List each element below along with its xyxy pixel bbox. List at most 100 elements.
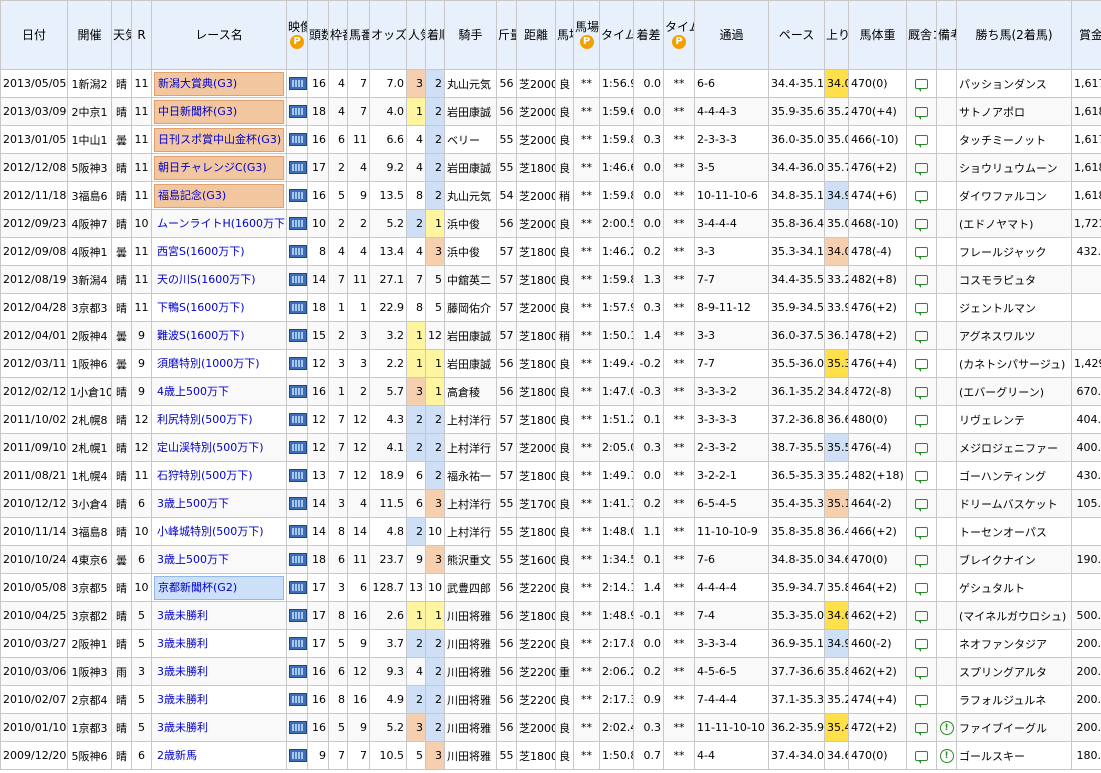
cell-movie[interactable]: [286, 153, 308, 182]
race-name-link[interactable]: 日刊スポ賞中山金杯(G3): [151, 125, 287, 154]
race-name-link[interactable]: 3歳未勝利: [151, 685, 287, 714]
comment-icon[interactable]: [915, 527, 928, 540]
race-name-label[interactable]: 石狩特別(500万下): [154, 465, 284, 487]
header-going-index[interactable]: 馬場指数P: [573, 0, 600, 70]
video-icon[interactable]: [289, 665, 307, 679]
header-date[interactable]: 日付: [0, 0, 68, 70]
video-icon[interactable]: [289, 301, 307, 315]
cell-comment[interactable]: [906, 209, 937, 238]
race-name-link[interactable]: 3歳未勝利: [151, 601, 287, 630]
cell-remarks[interactable]: !: [936, 741, 957, 770]
cell-venue[interactable]: 1新潟2: [67, 69, 112, 98]
cell-comment[interactable]: [906, 125, 937, 154]
cell-movie[interactable]: [286, 489, 308, 518]
jockey-link[interactable]: 川田将雅: [444, 713, 497, 742]
cell-comment[interactable]: [906, 153, 937, 182]
video-icon[interactable]: [289, 413, 307, 427]
comment-icon[interactable]: [915, 471, 928, 484]
jockey-link[interactable]: 武豊四郎: [444, 573, 497, 602]
cell-remarks[interactable]: [936, 97, 957, 126]
cell-comment[interactable]: [906, 741, 937, 770]
cell-movie[interactable]: [286, 657, 308, 686]
cell-movie[interactable]: [286, 69, 308, 98]
video-icon[interactable]: [289, 105, 307, 119]
cell-movie[interactable]: [286, 629, 308, 658]
video-icon[interactable]: [289, 273, 307, 287]
header-winner[interactable]: 勝ち馬(2着馬): [956, 0, 1072, 70]
cell-date[interactable]: 2012/09/08: [0, 237, 68, 266]
race-name-link[interactable]: 3歳上500万下: [151, 545, 287, 574]
winner-link[interactable]: ジェントルマン: [956, 293, 1072, 322]
race-name-label[interactable]: 4歳上500万下: [154, 381, 284, 403]
cell-venue[interactable]: 2京都4: [67, 685, 112, 714]
cell-date[interactable]: 2012/04/28: [0, 293, 68, 322]
winner-link[interactable]: (カネトシパサージュ): [956, 349, 1072, 378]
cell-venue[interactable]: 3京都2: [67, 601, 112, 630]
race-name-label[interactable]: 天の川S(1600万下): [154, 269, 284, 291]
jockey-link[interactable]: 岩田康誠: [444, 321, 497, 350]
header-race-name[interactable]: レース名: [151, 0, 287, 70]
winner-link[interactable]: ゴールスキー: [956, 741, 1072, 770]
header-going[interactable]: 馬場: [555, 0, 574, 70]
race-name-label[interactable]: 下鴨S(1600万下): [154, 297, 284, 319]
winner-link[interactable]: ファイブイーグル: [956, 713, 1072, 742]
cell-remarks[interactable]: [936, 377, 957, 406]
winner-link[interactable]: ゴーハンティング: [956, 461, 1072, 490]
race-name-label[interactable]: 難波S(1600万下): [154, 325, 284, 347]
header-finish[interactable]: 着順: [425, 0, 445, 70]
comment-icon[interactable]: [915, 163, 928, 176]
winner-link[interactable]: スプリングアルタ: [956, 657, 1072, 686]
cell-movie[interactable]: [286, 293, 308, 322]
comment-icon[interactable]: [915, 611, 928, 624]
cell-date[interactable]: 2010/02/07: [0, 685, 68, 714]
header-frame[interactable]: 枠番: [328, 0, 348, 70]
comment-icon[interactable]: [915, 79, 928, 92]
comment-icon[interactable]: [915, 387, 928, 400]
cell-comment[interactable]: [906, 545, 937, 574]
comment-icon[interactable]: [915, 555, 928, 568]
race-name-label[interactable]: 西宮S(1600万下): [154, 241, 284, 263]
cell-venue[interactable]: 2阪神4: [67, 321, 112, 350]
cell-movie[interactable]: [286, 377, 308, 406]
winner-link[interactable]: アグネスワルツ: [956, 321, 1072, 350]
cell-date[interactable]: 2012/12/08: [0, 153, 68, 182]
race-name-link[interactable]: 定山渓特別(500万下): [151, 433, 287, 462]
video-icon[interactable]: [289, 553, 307, 567]
cell-date[interactable]: 2012/04/01: [0, 321, 68, 350]
race-name-link[interactable]: 下鴨S(1600万下): [151, 293, 287, 322]
cell-movie[interactable]: [286, 405, 308, 434]
header-heads[interactable]: 頭数: [307, 0, 329, 70]
race-name-label[interactable]: 小峰城特別(500万下): [154, 521, 284, 543]
video-icon[interactable]: [289, 721, 307, 735]
comment-icon[interactable]: [915, 751, 928, 764]
video-icon[interactable]: [289, 497, 307, 511]
alert-icon[interactable]: !: [939, 721, 954, 735]
video-icon[interactable]: [289, 525, 307, 539]
cell-venue[interactable]: 1阪神6: [67, 349, 112, 378]
cell-remarks[interactable]: [936, 293, 957, 322]
cell-remarks[interactable]: [936, 209, 957, 238]
race-name-link[interactable]: 新潟大賞典(G3): [151, 69, 287, 98]
winner-link[interactable]: ネオファンタジア: [956, 629, 1072, 658]
cell-remarks[interactable]: [936, 181, 957, 210]
jockey-link[interactable]: 川田将雅: [444, 629, 497, 658]
cell-movie[interactable]: [286, 601, 308, 630]
jockey-link[interactable]: 上村洋行: [444, 489, 497, 518]
comment-icon[interactable]: [915, 191, 928, 204]
comment-icon[interactable]: [915, 415, 928, 428]
cell-movie[interactable]: [286, 125, 308, 154]
video-icon[interactable]: [289, 749, 307, 763]
video-icon[interactable]: [289, 161, 307, 175]
video-icon[interactable]: [289, 637, 307, 651]
comment-icon[interactable]: [915, 499, 928, 512]
cell-movie[interactable]: [286, 545, 308, 574]
race-name-label[interactable]: 3歳未勝利: [154, 717, 284, 739]
race-name-label[interactable]: 福島記念(G3): [154, 183, 284, 208]
cell-date[interactable]: 2012/08/19: [0, 265, 68, 294]
header-last3f[interactable]: 上り: [824, 0, 849, 70]
video-icon[interactable]: [289, 133, 307, 147]
winner-link[interactable]: メジロジェニファー: [956, 433, 1072, 462]
cell-movie[interactable]: [286, 321, 308, 350]
jockey-link[interactable]: 岩田康誠: [444, 349, 497, 378]
cell-comment[interactable]: [906, 181, 937, 210]
